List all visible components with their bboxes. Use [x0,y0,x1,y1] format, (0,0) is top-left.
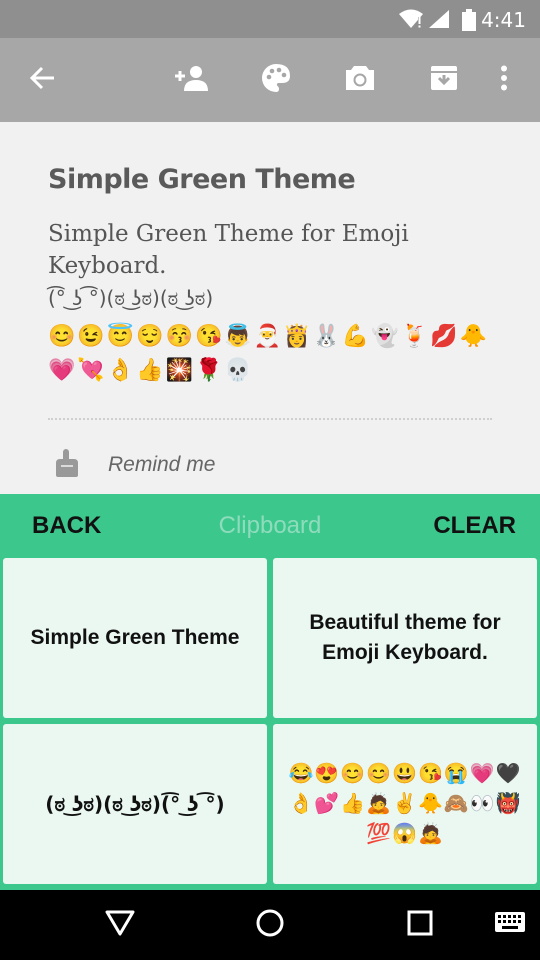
triangle-back-icon [104,909,136,942]
nav-back-button[interactable] [85,890,155,960]
note-title[interactable]: Simple Green Theme [48,164,356,195]
add-image-button[interactable] [332,38,388,122]
clipboard-grid: Simple Green Theme Beautiful theme for E… [0,556,540,890]
keyboard-switch-button[interactable] [475,890,540,960]
nav-recents-button[interactable] [385,890,455,960]
status-bar: 4:41 [0,0,540,38]
reminder-finger-icon [52,447,82,484]
divider [48,418,492,420]
clipboard-item[interactable]: (ಠ ͜ʖಠ)(ಠ ͜ʖಠ)(͡° ͜ʖ ͡°) [3,724,267,884]
remind-me-button[interactable]: Remind me [52,446,215,484]
archive-button[interactable] [416,38,472,122]
note-emoji-row-1: 😊😉😇😌😚😘👼🎅👸🐰💪👻🍹💋🐥 [48,323,489,348]
add-collaborator-button[interactable] [164,38,220,122]
color-button[interactable] [248,38,304,122]
note-content: Simple Green Theme Simple Green Theme fo… [0,122,540,494]
palette-icon [261,63,291,98]
note-emoji-row-2: 💗💘👌👍🎇🌹💀 [48,357,254,382]
arrow-back-icon [28,66,56,95]
clipboard-item-text: Simple Green Theme [30,626,240,649]
keyboard-icon [494,911,526,940]
remind-me-label: Remind me [108,453,216,476]
circle-home-icon [255,908,285,943]
square-recents-icon [407,910,433,941]
clipboard-item[interactable]: 😂😍😊😊😃😘😭💗🖤👌💕👍🙇✌🐥🙈👀👹💯😱🙇 [273,724,537,884]
more-options-button[interactable] [476,38,532,122]
note-toolbar [0,38,540,122]
wifi-icon [398,9,424,34]
clipboard-item-text: (ಠ ͜ʖಠ)(ಠ ͜ʖಠ)(͡° ͜ʖ ͡°) [45,792,225,816]
clipboard-clear-button[interactable]: CLEAR [433,512,516,540]
status-time: 4:41 [481,8,526,32]
note-body[interactable]: Simple Green Theme for Emoji Keyboard. (… [48,218,508,314]
battery-icon [462,9,476,36]
note-faces: (͡° ͜ʖ ͡°)(ಠ ͜ʖಠ)(ಠ ͜ʖಠ) [48,286,214,310]
signal-icon [428,9,450,34]
clipboard-item-text: Beautiful theme for Emoji Keyboard. [309,611,501,664]
archive-icon [429,64,459,97]
clipboard-item-text: 😂😍😊😊😃😘😭💗🖤👌💕👍🙇✌🐥🙈👀👹💯😱🙇 [288,763,522,845]
back-button[interactable] [14,38,70,122]
navigation-bar [0,890,540,960]
clipboard-item[interactable]: Simple Green Theme [3,558,267,718]
note-body-text: Simple Green Theme for Emoji Keyboard. [48,221,409,279]
more-vert-icon [500,65,508,96]
camera-icon [344,64,376,97]
clipboard-header: BACK Clipboard CLEAR [0,494,540,556]
person-add-icon [174,65,210,96]
nav-home-button[interactable] [235,890,305,960]
clipboard-item[interactable]: Beautiful theme for Emoji Keyboard. [273,558,537,718]
